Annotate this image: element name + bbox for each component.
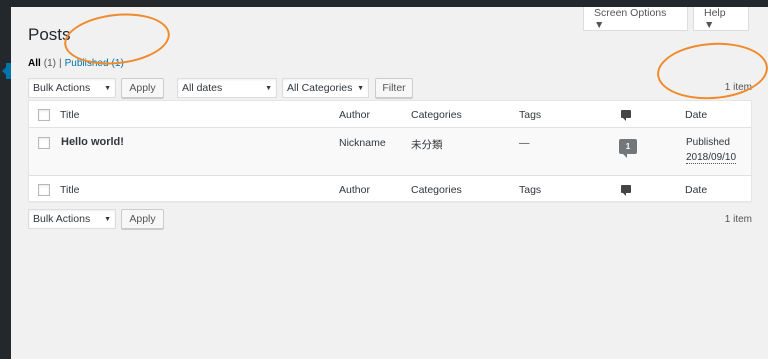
comment-count: 1 [625,142,631,151]
categories-filter-label: All Categories [287,82,353,94]
bulk-actions-select-bottom[interactable]: Bulk Actions ▼ [28,209,116,229]
filter-all-count: (1) [43,58,57,69]
bulk-actions-label-top: Bulk Actions [33,82,91,94]
select-all-checkbox[interactable] [38,109,50,121]
column-categories-footer: Categories [411,184,462,196]
screen-options-button[interactable]: Screen Options ▼ [583,7,688,31]
column-author-footer: Author [339,184,370,196]
post-author-link[interactable]: Nickname [339,137,386,149]
filter-all[interactable]: All [28,58,41,69]
dates-filter-select[interactable]: All dates ▼ [177,78,277,98]
post-tags: — [519,137,530,149]
admin-sidebar [0,7,11,359]
bulk-actions-label-bottom: Bulk Actions [33,213,91,225]
chevron-down-icon: ▼ [104,215,111,223]
filter-separator: | [59,58,62,69]
dates-filter-label: All dates [182,82,223,94]
apply-label-top: Apply [129,82,156,94]
post-status: Published [686,137,730,148]
help-button[interactable]: Help ▼ [693,7,749,31]
chevron-down-icon: ▼ [265,84,272,92]
post-date: 2018/09/10 [686,152,737,164]
collapse-arrow-icon[interactable] [2,65,8,77]
filter-label: Filter [382,82,406,94]
screen-options-label: Screen Options ▼ [594,6,667,31]
comment-count-bubble[interactable]: 1 [619,139,637,158]
chevron-down-icon: ▼ [104,84,111,92]
select-all-checkbox-footer[interactable] [38,184,50,196]
column-date-sort-footer[interactable]: Date [685,184,707,196]
column-title-sort-footer[interactable]: Title [60,184,79,196]
post-title-link[interactable]: Hello world! [61,136,124,148]
column-author: Author [339,109,370,121]
help-label: Help ▼ [704,6,726,31]
column-tags-footer: Tags [519,184,542,196]
comments-column-icon[interactable] [621,185,631,196]
filter-button[interactable]: Filter [375,78,413,98]
row-checkbox[interactable] [38,137,50,149]
column-date-sort[interactable]: Date [685,109,707,121]
column-title-sort[interactable]: Title [60,109,79,121]
table-footer-row: Title Author Categories Tags Date [29,175,751,202]
chevron-down-icon: ▼ [357,84,364,92]
table-header-row: Title Author Categories Tags Date [29,101,751,128]
apply-label-bottom: Apply [129,213,156,225]
items-count-bottom: 1 item [724,214,752,225]
categories-filter-select[interactable]: All Categories ▼ [282,78,369,98]
apply-button-top[interactable]: Apply [121,78,164,98]
apply-button-bottom[interactable]: Apply [121,209,164,229]
column-categories: Categories [411,109,462,121]
posts-table: Title Author Categories Tags Date Hello … [28,100,752,202]
column-tags: Tags [519,109,542,121]
comments-column-icon[interactable] [621,110,631,121]
table-row: Hello world! Nickname 未分類 — 1 Published … [29,128,751,175]
post-category-link[interactable]: 未分類 [411,137,443,152]
bulk-actions-select-top[interactable]: Bulk Actions ▼ [28,78,116,98]
